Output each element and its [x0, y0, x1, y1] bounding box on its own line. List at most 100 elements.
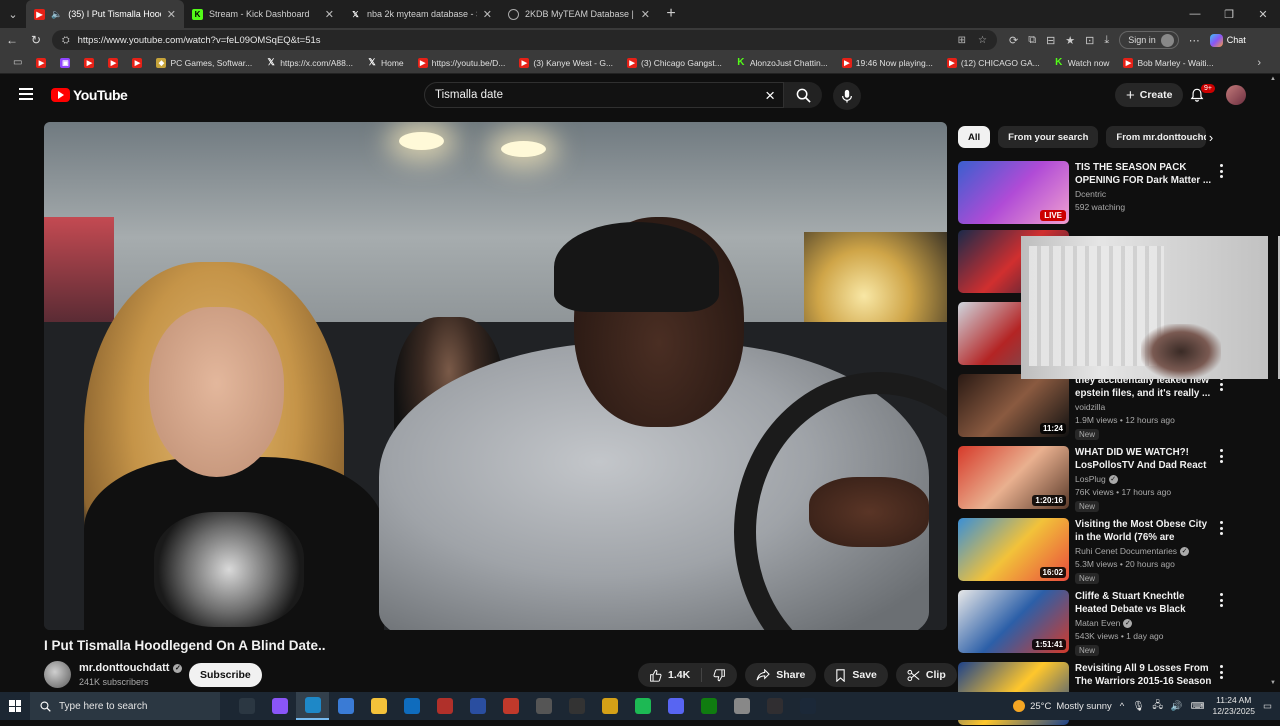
restore-icon[interactable]: ❐	[1212, 0, 1246, 28]
bookmark-item[interactable]: ▶	[101, 52, 125, 74]
tab-youtube[interactable]: ▶ 🔈 (35) I Put Tismalla Hoodlegend ✕	[26, 0, 184, 28]
clear-search-icon[interactable]: ×	[765, 86, 775, 106]
keyboard-icon[interactable]: ⌨	[1191, 701, 1205, 712]
favorites-icon[interactable]: ★	[1065, 34, 1075, 47]
save-button[interactable]: Save	[824, 663, 888, 687]
bookmark-item[interactable]: ▶ https://youtu.be/D...	[411, 52, 513, 74]
account-avatar[interactable]	[1226, 85, 1246, 105]
video-thumbnail[interactable]: 16:02	[958, 518, 1069, 581]
taskbar-app[interactable]	[494, 692, 527, 720]
video-thumbnail[interactable]: LIVE	[958, 161, 1069, 224]
taskbar-app[interactable]	[362, 692, 395, 720]
split-screen-icon[interactable]: ⊟	[1046, 34, 1055, 47]
like-button[interactable]: 1.4K	[638, 663, 701, 687]
taskbar-app[interactable]	[758, 692, 791, 720]
downloads-icon[interactable]: ⤓	[1104, 34, 1109, 47]
more-vertical-icon[interactable]	[1217, 593, 1225, 607]
volume-icon[interactable]: 🔊	[1171, 701, 1183, 712]
extensions-icon[interactable]: ⟳	[1009, 34, 1018, 47]
refresh-icon[interactable]: ↻	[24, 28, 48, 52]
search-input[interactable]: Tismalla date ×	[424, 82, 784, 108]
recommendation-channel[interactable]: Ruhi Cenet Documentaries ✓	[1075, 546, 1190, 556]
bookmark-item[interactable]: ▶ (12) CHICAGO GA...	[940, 52, 1047, 74]
search-button[interactable]	[784, 82, 822, 108]
network-icon[interactable]: 🖧	[1152, 698, 1163, 714]
more-vertical-icon[interactable]	[1217, 665, 1225, 679]
more-vertical-icon[interactable]	[1217, 377, 1225, 391]
windows-start-button[interactable]	[0, 692, 30, 720]
taskbar-app[interactable]	[461, 692, 494, 720]
taskbar-app[interactable]	[626, 692, 659, 720]
bookmark-item[interactable]: ▶ 19:46 Now playing...	[835, 52, 940, 74]
taskbar-app[interactable]	[725, 692, 758, 720]
bookmark-item[interactable]: ◆ PC Games, Softwar...	[149, 52, 259, 74]
recommendation-item[interactable]: 16:02 Visiting the Most Obese City in the…	[958, 518, 1248, 584]
tab-2kdb[interactable]: 2KDB MyTEAM Database | NBA 2K ✕	[500, 0, 658, 28]
new-tab-button[interactable]: +	[658, 0, 684, 28]
recommendation-title[interactable]: WHAT DID WE WATCH?! LosPollosTV And Dad …	[1075, 446, 1215, 472]
page-scrollbar[interactable]: ▲ ▼	[1268, 74, 1278, 688]
show-hidden-icons-icon[interactable]: ^	[1120, 701, 1124, 712]
close-window-icon[interactable]: ✕	[1246, 0, 1280, 28]
recommendation-title[interactable]: Cliffe & Stuart Knechtle Heated Debate v…	[1075, 590, 1215, 616]
copilot-chat-button[interactable]: Chat	[1209, 33, 1246, 47]
tab-kick[interactable]: K Stream - Kick Dashboard ✕	[184, 0, 342, 28]
video-thumbnail[interactable]: 11:24	[958, 374, 1069, 437]
create-button[interactable]: + Create	[1115, 83, 1184, 107]
audio-playing-icon[interactable]: 🔈	[51, 9, 62, 20]
url-field[interactable]: ⛭ https://www.youtube.com/watch?v=feL09O…	[52, 30, 997, 50]
youtube-logo[interactable]: YouTube	[51, 87, 128, 103]
recommendation-item[interactable]: 1:20:16 WHAT DID WE WATCH?! LosPollosTV A…	[958, 446, 1248, 512]
bookmark-item[interactable]: 𝕏https://x.com/A88...	[259, 52, 360, 74]
bookmark-item[interactable]: ▶	[125, 52, 149, 74]
recommendation-item[interactable]: LIVE TIS THE SEASON PACK OPENING FOR Dark…	[958, 161, 1248, 225]
video-thumbnail[interactable]: 1:20:16	[958, 446, 1069, 509]
bookmark-item[interactable]: K Watch now	[1047, 52, 1117, 74]
taskbar-app[interactable]	[263, 692, 296, 720]
bookmark-item[interactable]: K AlonzoJust Chattin...	[729, 52, 835, 74]
app-available-icon[interactable]: ⊞	[958, 35, 966, 46]
taskbar-app[interactable]	[329, 692, 362, 720]
chip-all[interactable]: All	[958, 126, 991, 148]
close-icon[interactable]: ✕	[167, 8, 176, 21]
recommendation-channel[interactable]: Dcentric	[1075, 189, 1106, 199]
sign-in-button[interactable]: Sign in	[1119, 31, 1179, 49]
clock[interactable]: 11:24 AM 12/23/2025	[1212, 695, 1255, 717]
notifications-icon[interactable]: ▭	[1263, 701, 1272, 712]
more-vertical-icon[interactable]	[1217, 449, 1225, 463]
taskbar-app[interactable]	[560, 692, 593, 720]
chip-from-channel[interactable]: From mr.donttouchdatt	[1106, 126, 1207, 148]
taskbar-app[interactable]	[395, 692, 428, 720]
bookmark-item[interactable]: ▶	[77, 52, 101, 74]
minimize-icon[interactable]: —	[1178, 0, 1212, 28]
recommendation-channel[interactable]: LosPlug ✓	[1075, 474, 1118, 484]
chip-from-your-search[interactable]: From your search	[998, 126, 1099, 148]
chevron-right-icon[interactable]: ›	[1201, 127, 1221, 147]
taskbar-app[interactable]	[527, 692, 560, 720]
taskbar-app[interactable]	[428, 692, 461, 720]
bookmark-item[interactable]: ▶ (3) Kanye West - G...	[512, 52, 620, 74]
recommendation-channel[interactable]: voidzilla	[1075, 402, 1105, 412]
bookmarks-overflow-icon[interactable]: ›	[1250, 52, 1268, 74]
recommendation-title[interactable]: TIS THE SEASON PACK OPENING FOR Dark Mat…	[1075, 161, 1215, 187]
voice-search-button[interactable]	[833, 82, 861, 110]
back-arrow-icon[interactable]: ←	[0, 28, 24, 52]
recommendation-title[interactable]: Visiting the Most Obese City in the Worl…	[1075, 518, 1215, 544]
scroll-down-icon[interactable]: ▼	[1270, 680, 1276, 686]
recommendation-item[interactable]: 1:51:41 Cliffe & Stuart Knechtle Heated D…	[958, 590, 1248, 656]
channel-avatar[interactable]	[44, 661, 71, 688]
taskbar-app[interactable]	[296, 692, 329, 720]
video-player[interactable]	[44, 122, 947, 630]
tab-actions-menu-icon[interactable]: ⌄	[0, 0, 26, 28]
bookmark-item[interactable]: ▶	[29, 52, 53, 74]
video-thumbnail[interactable]: 1:51:41	[958, 590, 1069, 653]
menu-icon[interactable]	[19, 88, 33, 100]
puzzle-icon[interactable]: ⧉	[1028, 34, 1036, 47]
recommendation-channel[interactable]: Matan Even ✓	[1075, 618, 1133, 628]
dislike-button[interactable]	[702, 663, 737, 687]
more-menu-icon[interactable]: ⋯	[1189, 34, 1200, 47]
reading-list-icon[interactable]: ▭	[6, 52, 29, 74]
bookmark-item[interactable]: ▶ (3) Chicago Gangst...	[620, 52, 729, 74]
bookmark-item[interactable]: ▣	[53, 52, 77, 74]
close-icon[interactable]: ✕	[483, 8, 492, 21]
